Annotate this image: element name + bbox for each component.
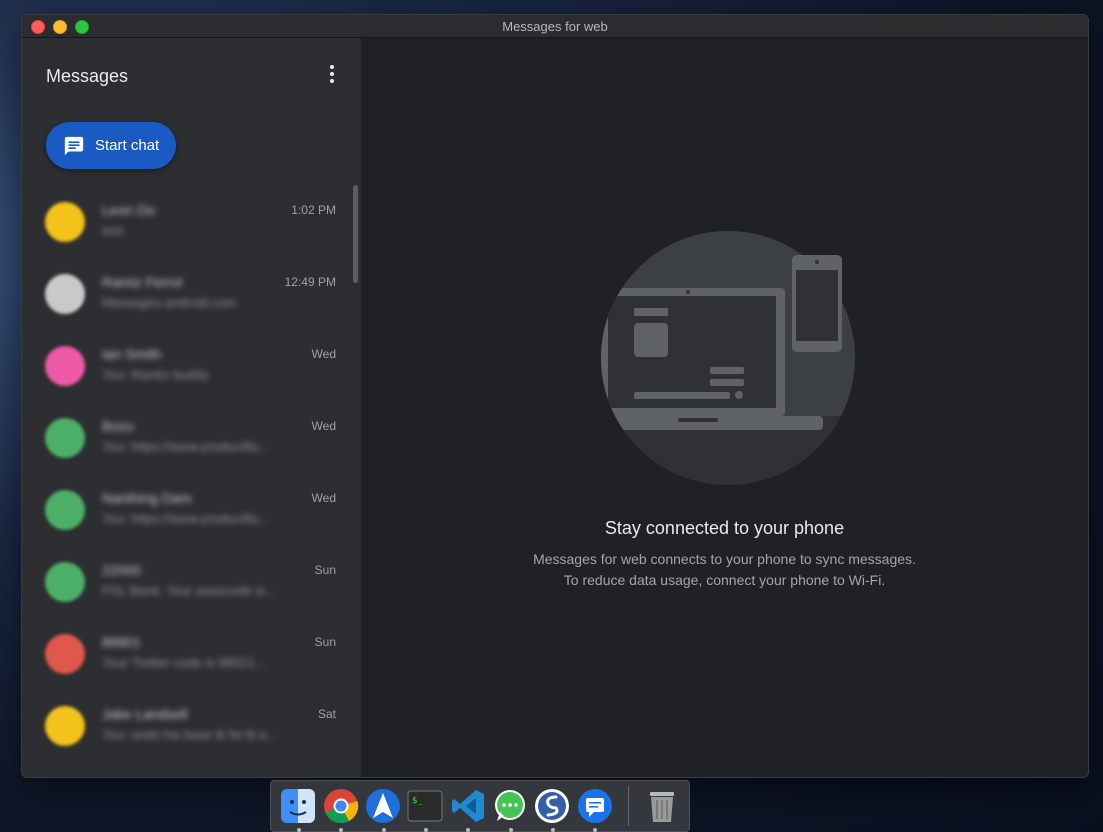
conversation-time: Sat <box>317 707 336 721</box>
conversation-item[interactable]: Bozo You: https://www.productfiu... Wed <box>22 402 361 474</box>
conversation-name: Ramiz Ferrol <box>102 274 183 290</box>
conversation-snippet: You: undo hw base tk fw lb e... <box>102 727 278 742</box>
trash-icon[interactable] <box>644 787 680 825</box>
vscode-icon[interactable] <box>449 787 485 832</box>
whatsapp-icon[interactable] <box>492 787 528 832</box>
conversation-time: Wed <box>311 419 336 433</box>
main-description: Messages for web connects to your phone … <box>361 549 1088 591</box>
window-controls <box>31 20 89 34</box>
more-vert-icon[interactable] <box>327 65 337 83</box>
title-bar: Messages for web <box>22 15 1088 38</box>
chrome-icon[interactable] <box>322 787 358 832</box>
conversation-item[interactable]: Nanthing Dam You: https://www.productfiu.… <box>22 474 361 546</box>
spark-icon[interactable] <box>365 787 401 832</box>
conversation-item[interactable]: 22000 PSL Bank: Your passcode is... Sun <box>22 546 361 618</box>
avatar <box>45 346 85 386</box>
main-title: Stay connected to your phone <box>604 518 845 538</box>
conversation-item[interactable]: Jake Landsell You: undo hw base tk fw lb … <box>22 690 361 762</box>
svg-text:$_: $_ <box>412 796 423 806</box>
avatar <box>45 274 85 314</box>
dock: $_ <box>270 780 690 832</box>
dock-separator <box>627 786 629 826</box>
avatar <box>45 634 85 674</box>
conversation-list: Leon Do test 1:02 PM Ramiz Ferrol Messages.a… <box>22 186 361 762</box>
conversation-time: 1:02 PM <box>291 203 336 217</box>
app-window: Messages for web Messages Start chat Leo… <box>21 14 1089 778</box>
conversation-snippet: PSL Bank: Your passcode is... <box>102 583 276 598</box>
conversation-name: Leon Do <box>102 202 155 218</box>
description-line-1: Messages for web connects to your phone … <box>533 551 916 567</box>
close-window-button[interactable] <box>31 20 45 34</box>
main-panel: Stay connected to your phone Messages fo… <box>361 38 1088 777</box>
conversation-time: Wed <box>311 347 336 361</box>
conversation-name: Ian Smith <box>102 346 162 362</box>
avatar <box>45 418 85 458</box>
conversation-snippet: Messages.android.com <box>102 295 237 310</box>
avatar <box>45 562 85 602</box>
start-chat-button[interactable]: Start chat <box>46 122 176 169</box>
conversation-name: Nanthing Dam <box>102 490 192 506</box>
laptop-phone-illustration <box>601 231 855 485</box>
description-line-2: To reduce data usage, connect your phone… <box>563 572 886 588</box>
conversation-snippet: You: https://www.productfiu... <box>102 439 270 454</box>
conversation-snippet: Your Twitter code is 88021... <box>102 655 266 670</box>
sidebar-title: Messages <box>46 66 129 86</box>
conversation-item[interactable]: Ian Smith You: thanks buddy Wed <box>22 330 361 402</box>
sidebar: Messages Start chat Leon Do test 1:02 PM Ra… <box>22 38 361 777</box>
conversation-time: Sun <box>314 635 336 649</box>
finder-icon[interactable] <box>280 787 316 832</box>
conversation-item[interactable]: Leon Do test 1:02 PM <box>22 186 361 258</box>
simplenote-icon[interactable] <box>534 787 570 832</box>
conversation-item[interactable]: Ramiz Ferrol Messages.android.com 12:49 PM <box>22 258 361 330</box>
avatar <box>45 706 85 746</box>
conversation-name: Jake Landsell <box>102 706 188 722</box>
conversation-snippet: You: thanks buddy <box>102 367 209 382</box>
conversation-item[interactable]: 88801 Your Twitter code is 88021... Sun <box>22 618 361 690</box>
window-title: Messages for web <box>502 18 608 34</box>
conversation-name: 88801 <box>102 634 141 650</box>
conversation-time: 12:49 PM <box>284 275 336 289</box>
conversation-name: Bozo <box>102 418 134 434</box>
conversation-snippet: test <box>102 223 123 238</box>
avatar <box>45 490 85 530</box>
conversation-name: 22000 <box>102 562 141 578</box>
start-chat-label: Start chat <box>95 137 160 154</box>
avatar <box>45 202 85 242</box>
terminal-icon[interactable]: $_ <box>407 787 443 832</box>
minimize-window-button[interactable] <box>53 20 67 34</box>
chat-icon <box>64 136 84 155</box>
conversation-snippet: You: https://www.productfiu... <box>102 511 270 526</box>
zoom-window-button[interactable] <box>75 20 89 34</box>
conversation-time: Sun <box>314 563 336 577</box>
conversation-time: Wed <box>311 491 336 505</box>
messages-icon[interactable] <box>576 787 612 832</box>
